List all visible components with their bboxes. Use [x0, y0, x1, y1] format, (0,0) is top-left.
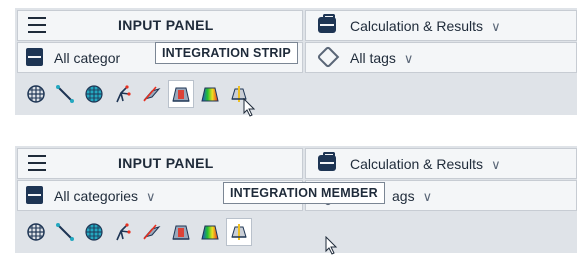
input-panel-top: INPUT PANEL Calculation & Results ∨ All c… — [15, 8, 577, 117]
colored-strip-icon — [201, 225, 219, 240]
tool-integration-strip[interactable] — [168, 80, 194, 108]
tool-mesh-sphere[interactable] — [81, 80, 107, 108]
category-icon — [26, 48, 43, 66]
category-icon — [26, 186, 43, 204]
plate-icon — [143, 86, 161, 102]
calculation-results-dropdown[interactable]: Calculation & Results ∨ — [305, 10, 577, 41]
chevron-down-icon: ∨ — [491, 157, 501, 172]
line-member-icon — [56, 223, 74, 241]
calc-label: Calculation & Results — [350, 18, 484, 34]
hand-cursor-icon — [243, 98, 256, 117]
toolbar — [17, 216, 255, 248]
tool-line-member[interactable] — [52, 80, 78, 108]
tags-label: All tags — [350, 50, 396, 66]
chevron-down-icon: ∨ — [403, 51, 414, 66]
plate-icon — [143, 224, 161, 240]
calculation-results-dropdown[interactable]: Calculation & Results ∨ — [305, 148, 577, 179]
integration-member-icon — [231, 224, 247, 240]
grid-sphere-icon — [27, 85, 45, 103]
calc-label: Calculation & Results — [350, 156, 484, 172]
mesh-sphere-icon — [85, 223, 103, 241]
integration-strip-icon — [172, 225, 190, 240]
tags-dropdown[interactable]: All tags ∨ — [305, 42, 577, 73]
tool-plate[interactable] — [139, 218, 165, 246]
branch-tree-icon — [116, 85, 131, 103]
input-panel-bottom: INPUT PANEL Calculation & Results ∨ All c… — [15, 146, 577, 255]
chevron-down-icon: ∨ — [491, 19, 501, 34]
chevron-down-icon: ∨ — [146, 189, 156, 204]
tool-plate[interactable] — [139, 80, 165, 108]
tool-grid-sphere[interactable] — [23, 80, 49, 108]
line-member-icon — [56, 85, 74, 103]
panel-title: INPUT PANEL — [118, 17, 214, 33]
input-panel-header: INPUT PANEL — [17, 148, 303, 179]
panel-title: INPUT PANEL — [118, 155, 214, 171]
grid-sphere-icon — [27, 223, 45, 241]
colored-strip-icon — [201, 87, 219, 102]
tag-icon — [316, 45, 340, 69]
tool-grid-sphere[interactable] — [23, 218, 49, 246]
tool-integration-member[interactable] — [226, 218, 252, 246]
category-label: All categor — [54, 50, 121, 66]
tool-line-member[interactable] — [52, 218, 78, 246]
branch-tree-icon — [116, 223, 131, 241]
tool-colored-strip[interactable] — [197, 218, 223, 246]
toolbar — [17, 78, 255, 110]
hamburger-icon[interactable] — [28, 17, 46, 33]
integration-strip-icon — [172, 87, 190, 102]
chevron-down-icon: ∨ — [422, 189, 433, 204]
tool-mesh-sphere[interactable] — [81, 218, 107, 246]
briefcase-icon — [318, 14, 336, 33]
briefcase-icon — [318, 152, 336, 171]
category-label: All categories — [54, 188, 139, 204]
input-panel-header: INPUT PANEL — [17, 10, 303, 41]
hamburger-icon[interactable] — [28, 155, 46, 171]
tags-label: ags — [392, 188, 415, 204]
tooltip: INTEGRATION STRIP — [155, 42, 298, 64]
tool-colored-strip[interactable] — [197, 80, 223, 108]
tool-branch-tree[interactable] — [110, 80, 136, 108]
tooltip: INTEGRATION MEMBER — [223, 182, 385, 204]
mesh-sphere-icon — [85, 85, 103, 103]
tool-integration-strip[interactable] — [168, 218, 194, 246]
tool-branch-tree[interactable] — [110, 218, 136, 246]
pointer-cursor-icon — [325, 236, 338, 255]
